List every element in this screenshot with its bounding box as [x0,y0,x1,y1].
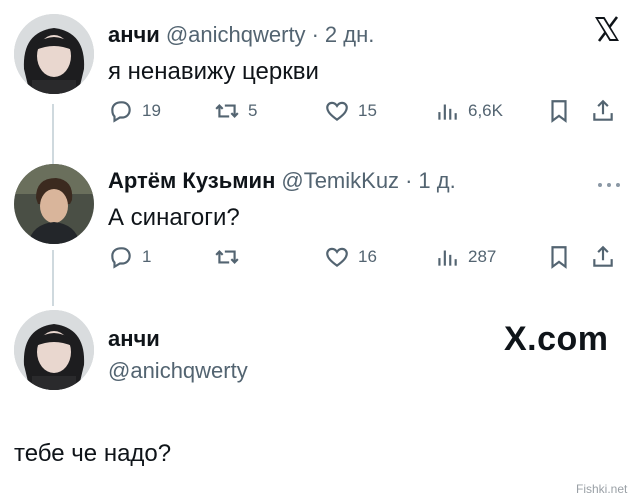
reply-icon [111,101,131,123]
separator: · [311,22,319,47]
avatar[interactable] [14,310,94,390]
like-button[interactable]: 16 [324,244,377,270]
retweet-button[interactable] [214,244,248,270]
timestamp[interactable]: 2 дн. [325,22,374,48]
bookmark-button[interactable] [546,98,572,124]
author-name[interactable]: Артём Кузьмин [108,168,275,194]
author-handle[interactable]: @anichqwerty [108,358,248,384]
retweet-icon [215,104,239,118]
bookmark-button[interactable] [546,244,572,270]
like-count: 15 [358,101,377,120]
bookmark-icon [551,246,567,269]
views-button[interactable]: 287 [434,244,496,270]
retweet-icon [215,250,239,264]
share-icon [593,245,613,267]
like-button[interactable]: 15 [324,98,377,124]
share-button[interactable] [590,244,616,270]
heart-icon [326,101,348,122]
tweet-text: А синагоги? [108,204,240,231]
avatar[interactable] [14,164,94,244]
more-icon[interactable] [596,176,622,194]
thread-connector-1 [52,104,54,164]
reply-button[interactable]: 19 [108,98,161,124]
author-name[interactable]: анчи [108,326,160,352]
tweet-actions: 1 16 287 [108,244,616,274]
x-logo-icon [592,14,622,52]
avatar[interactable] [14,14,94,94]
tweet-header: анчи @anichqwerty · 2 дн. [108,22,374,48]
reply-count: 19 [142,101,161,120]
watermark: Fishki.net [576,482,628,496]
tweet-text: я ненавижу церкви [108,58,319,85]
tweet-actions: 19 5 15 6,6K [108,98,616,128]
retweet-button[interactable]: 5 [214,98,257,124]
reply-button[interactable]: 1 [108,244,151,270]
share-icon [593,99,613,121]
views-button[interactable]: 6,6K [434,98,503,124]
x-com-brand: X.com [504,320,609,358]
author-handle[interactable]: @anichqwerty [166,22,306,48]
heart-icon [326,247,348,268]
bookmark-icon [551,100,567,123]
reply-text: тебе че надо? [14,440,172,467]
like-count: 16 [358,247,377,266]
views-icon [438,104,457,120]
tweet-header: Артём Кузьмин @TemikKuz · 1 д. [108,168,456,194]
reply-count: 1 [142,247,152,266]
retweet-count: 5 [248,101,258,120]
views-count: 287 [468,247,497,266]
share-button[interactable] [590,98,616,124]
author-handle[interactable]: @TemikKuz [281,168,399,194]
thread-connector-2 [52,250,54,306]
separator: · [405,168,413,193]
views-count: 6,6K [468,101,503,120]
timestamp[interactable]: 1 д. [418,168,455,194]
reply-icon [111,247,131,269]
views-icon [438,250,457,266]
author-name[interactable]: анчи [108,22,160,48]
